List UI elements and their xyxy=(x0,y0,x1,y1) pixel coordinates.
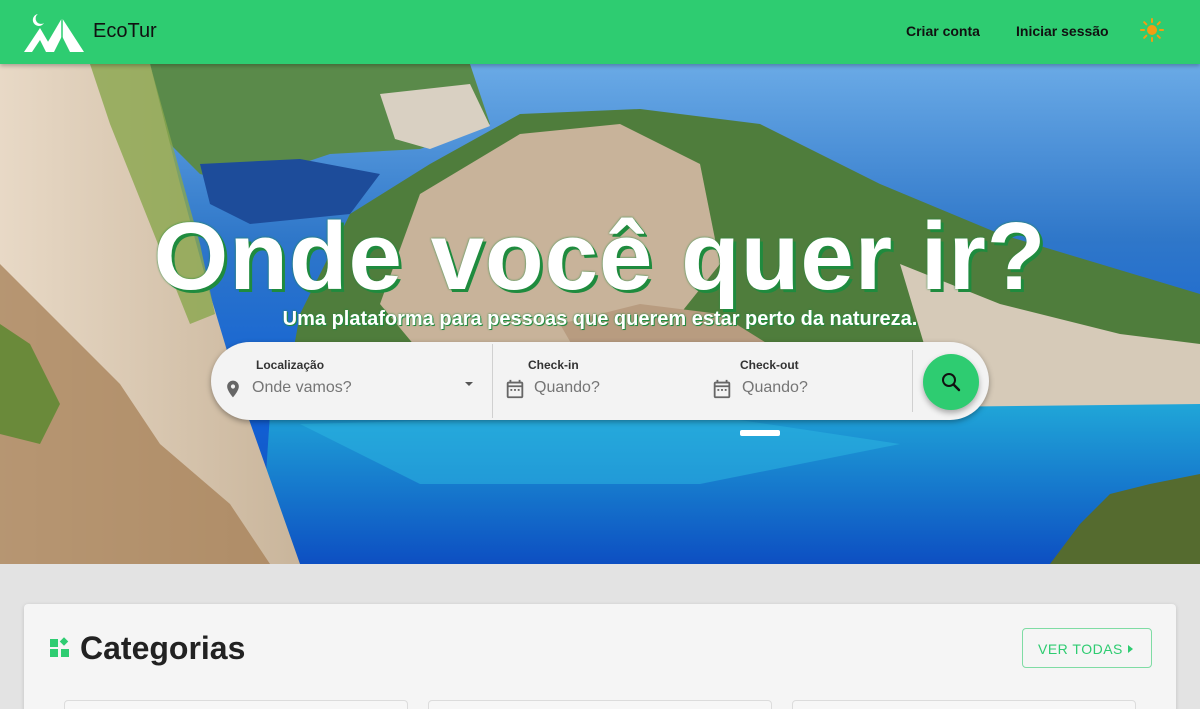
search-button[interactable] xyxy=(923,354,979,410)
category-card[interactable] xyxy=(792,700,1136,709)
location-pin-icon xyxy=(227,380,239,398)
brand-name[interactable]: EcoTur xyxy=(93,20,157,43)
categories-card: Categorias VER TODAS xyxy=(24,604,1176,709)
hero-subtitle: Uma plataforma para pessoas que querem e… xyxy=(282,308,918,330)
sign-in-link[interactable]: Iniciar sessão xyxy=(1016,23,1109,39)
checkin-label: Check-in xyxy=(528,358,579,372)
chevron-right-icon xyxy=(1128,645,1133,653)
category-card[interactable] xyxy=(428,700,772,709)
checkin-input[interactable] xyxy=(534,379,684,397)
category-card[interactable] xyxy=(64,700,408,709)
field-divider xyxy=(492,344,493,418)
calendar-icon xyxy=(506,379,524,399)
checkout-label: Check-out xyxy=(740,358,799,372)
see-all-label: VER TODAS xyxy=(1038,641,1123,657)
location-label: Localização xyxy=(256,358,325,372)
create-account-link[interactable]: Criar conta xyxy=(906,23,980,39)
calendar-icon xyxy=(713,379,731,399)
see-all-button[interactable]: VER TODAS xyxy=(1022,628,1152,668)
location-input[interactable] xyxy=(252,379,452,397)
top-app-bar: EcoTur Criar conta Iniciar sessão xyxy=(0,0,1200,64)
widgets-icon xyxy=(50,637,69,657)
search-icon xyxy=(942,373,961,392)
field-divider xyxy=(912,350,913,412)
checkout-input[interactable] xyxy=(742,379,892,397)
tent-moon-logo[interactable] xyxy=(24,10,86,54)
hero-title: Onde você quer ir? xyxy=(153,203,1047,310)
hero-banner: Onde você quer ir? Uma plataforma para p… xyxy=(0,64,1200,564)
categories-title: Categorias xyxy=(80,630,246,666)
sun-icon[interactable] xyxy=(1140,18,1164,42)
chevron-down-icon[interactable] xyxy=(461,376,477,392)
search-bar: Localização Check-in Check-out xyxy=(211,342,989,420)
